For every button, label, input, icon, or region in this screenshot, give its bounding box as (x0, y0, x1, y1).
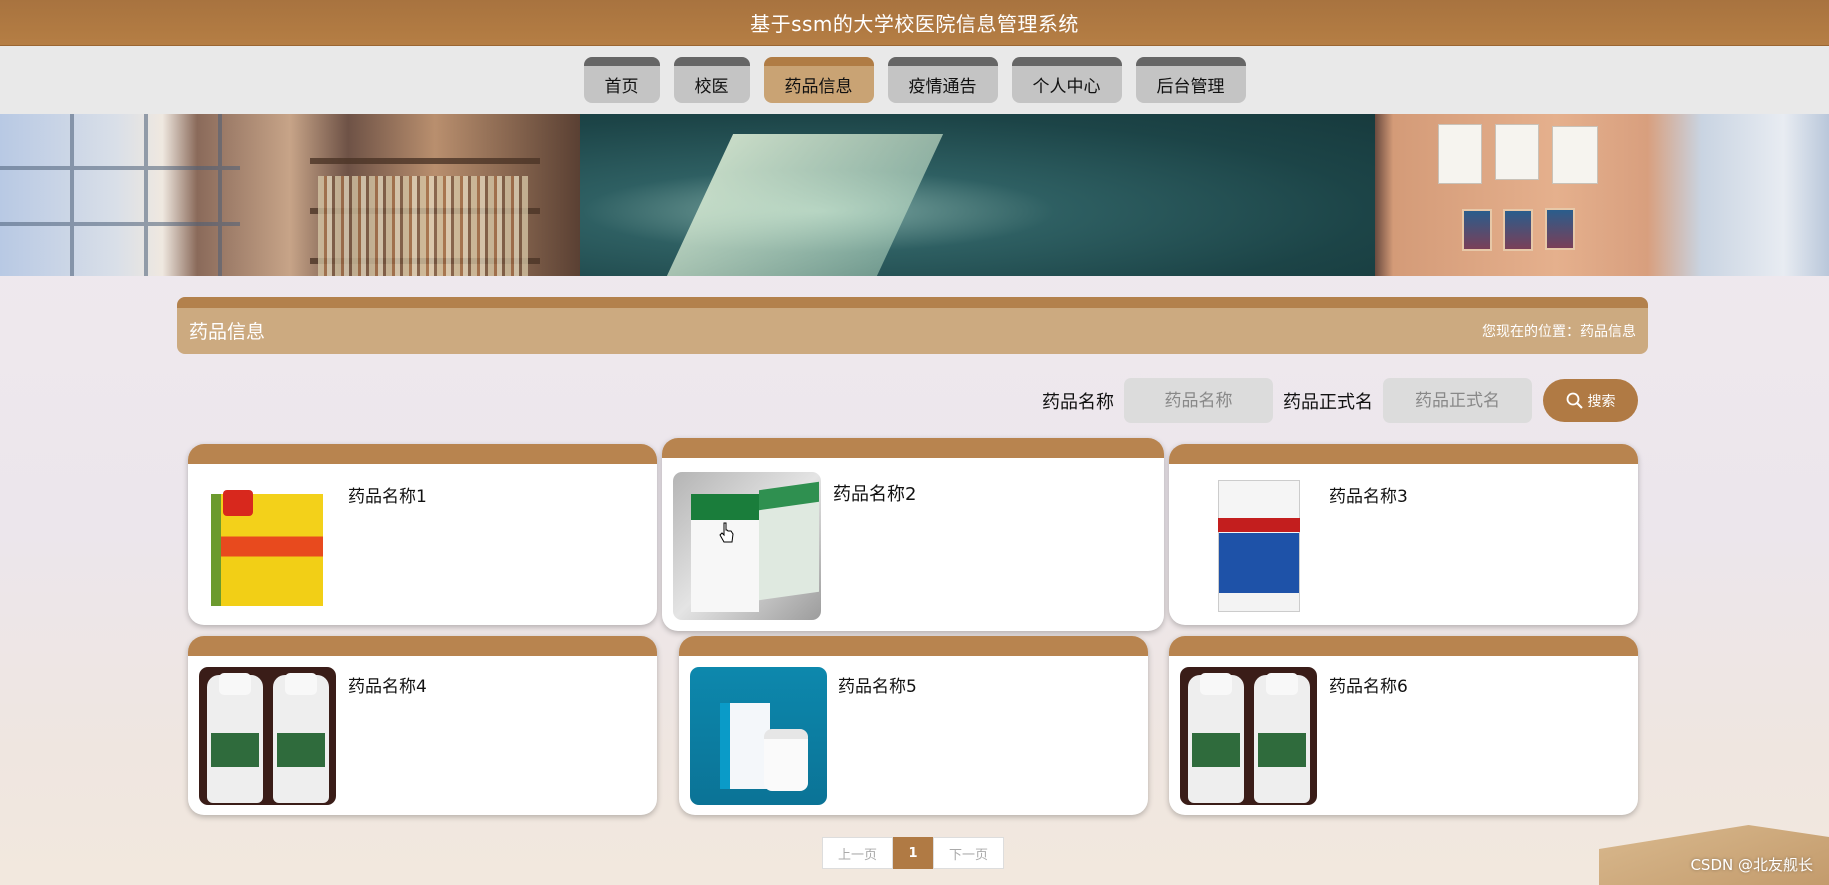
product-card-3[interactable]: 药品名称3 (1169, 444, 1638, 625)
card-header-bar (662, 438, 1164, 458)
product-image-4 (199, 667, 336, 805)
medicine-bottle (273, 673, 329, 803)
banner-books (318, 176, 528, 276)
product-card-2[interactable]: 药品名称2 (662, 438, 1164, 631)
medicine-bottle (1188, 673, 1244, 803)
medicine-box (720, 703, 770, 789)
search-bar: 药品名称 药品正式名 搜索 (1042, 378, 1638, 423)
section-title: 药品信息 (189, 321, 266, 343)
nav-item-doctors[interactable]: 校医 (673, 57, 750, 103)
banner-window (0, 114, 240, 276)
medicine-box-logo (223, 490, 253, 516)
medicine-box-front (691, 494, 759, 612)
banner-poster (1462, 209, 1492, 251)
product-name-3: 药品名称3 (1329, 487, 1408, 507)
nav-item-home[interactable]: 首页 (583, 57, 660, 103)
nav-item-admin[interactable]: 后台管理 (1135, 57, 1246, 103)
product-image-2 (673, 472, 821, 620)
product-card-6[interactable]: 药品名称6 (1169, 636, 1638, 815)
medicine-bottle (1254, 673, 1310, 803)
search-button-label: 搜索 (1587, 393, 1616, 410)
product-card-4[interactable]: 药品名称4 (188, 636, 657, 815)
product-name-6: 药品名称6 (1329, 677, 1408, 697)
nav-item-personal-center[interactable]: 个人中心 (1011, 57, 1122, 103)
card-header-bar (679, 636, 1148, 656)
medicine-name-input[interactable] (1124, 378, 1273, 423)
banner-notice (1495, 124, 1539, 180)
medicine-name-label: 药品名称 (1042, 391, 1114, 413)
next-page-button[interactable]: 下一页 (933, 837, 1004, 869)
prev-page-button[interactable]: 上一页 (822, 837, 893, 869)
product-name-4: 药品名称4 (348, 677, 427, 697)
mouse-cursor-icon (719, 522, 734, 543)
card-header-bar (1169, 444, 1638, 464)
product-image-1 (199, 476, 337, 614)
search-icon (1566, 392, 1583, 409)
search-button[interactable]: 搜索 (1543, 379, 1638, 422)
page-number-button[interactable]: 1 (893, 837, 933, 869)
card-header-bar (188, 444, 657, 464)
banner-poster (1503, 209, 1533, 251)
nav-item-medicine[interactable]: 药品信息 (763, 57, 874, 103)
product-image-5 (690, 667, 827, 805)
watermark: CSDN @北友舰长 (1690, 856, 1813, 874)
banner-notice (1438, 124, 1482, 184)
pagination: 上一页 1 下一页 (822, 837, 1004, 869)
banner-image (0, 114, 1829, 276)
main-nav: 首页 校医 药品信息 疫情通告 个人中心 后台管理 (0, 46, 1829, 114)
product-name-2: 药品名称2 (833, 484, 917, 505)
product-name-5: 药品名称5 (838, 677, 917, 697)
product-card-1[interactable]: 药品名称1 (188, 444, 657, 625)
breadcrumb: 您现在的位置：药品信息 (1482, 323, 1636, 340)
card-header-bar (1169, 636, 1638, 656)
product-image-3 (1180, 476, 1318, 614)
banner-notice (1552, 126, 1598, 184)
medicine-box-label (1218, 518, 1300, 532)
section-header: 药品信息 您现在的位置：药品信息 (177, 297, 1648, 354)
app-title: 基于ssm的大学校医院信息管理系统 (750, 12, 1079, 36)
title-bar: 基于ssm的大学校医院信息管理系统 (0, 0, 1829, 46)
product-card-5[interactable]: 药品名称5 (679, 636, 1148, 815)
medicine-bottle (207, 673, 263, 803)
medicine-official-name-input[interactable] (1383, 378, 1532, 423)
medicine-box-side (759, 481, 819, 601)
banner-poster (1545, 208, 1575, 250)
medicine-bottle (764, 729, 808, 791)
medicine-box (1218, 480, 1300, 612)
card-header-bar (188, 636, 657, 656)
product-image-6 (1180, 667, 1317, 805)
medicine-official-name-label: 药品正式名 (1283, 391, 1373, 413)
product-name-1: 药品名称1 (348, 487, 427, 507)
nav-item-epidemic-notice[interactable]: 疫情通告 (887, 57, 998, 103)
